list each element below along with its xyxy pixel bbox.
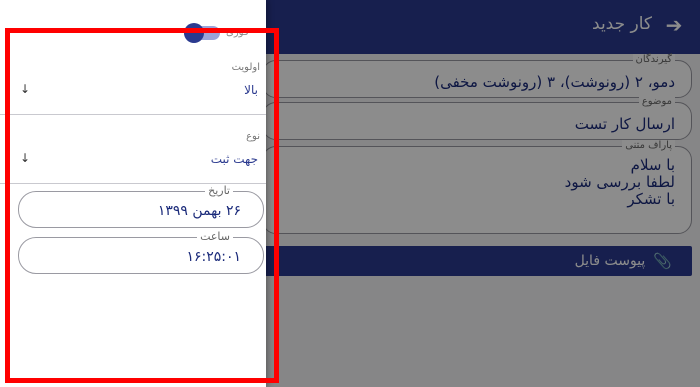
type-label: نوع xyxy=(246,131,260,142)
time-label: ساعت xyxy=(197,230,233,243)
date-field[interactable]: تاریخ ۲۶ بهمن ۱۳۹۹ xyxy=(18,184,264,228)
priority-label: اولویت xyxy=(231,62,260,73)
toggle-knob xyxy=(184,23,204,43)
options-drawer: فوری اولویت بالا ↓ نوع جهت ثبت ↓ تاریخ ۲… xyxy=(0,0,266,387)
date-label: تاریخ xyxy=(205,184,233,197)
dropdown-arrow-icon: ↓ xyxy=(20,151,31,165)
urgent-toggle[interactable] xyxy=(184,23,220,43)
date-value: ۲۶ بهمن ۱۳۹۹ xyxy=(157,203,241,219)
priority-select[interactable]: اولویت بالا ↓ xyxy=(0,56,266,115)
time-value: ۱۶:۲۵:۰۱ xyxy=(186,249,241,265)
type-value: جهت ثبت xyxy=(210,152,258,166)
urgent-toggle-label: فوری xyxy=(226,27,249,38)
type-select[interactable]: نوع جهت ثبت ↓ xyxy=(0,125,266,184)
dropdown-arrow-icon: ↓ xyxy=(20,82,31,96)
priority-value: بالا xyxy=(244,83,258,97)
time-field[interactable]: ساعت ۱۶:۲۵:۰۱ xyxy=(18,230,264,274)
